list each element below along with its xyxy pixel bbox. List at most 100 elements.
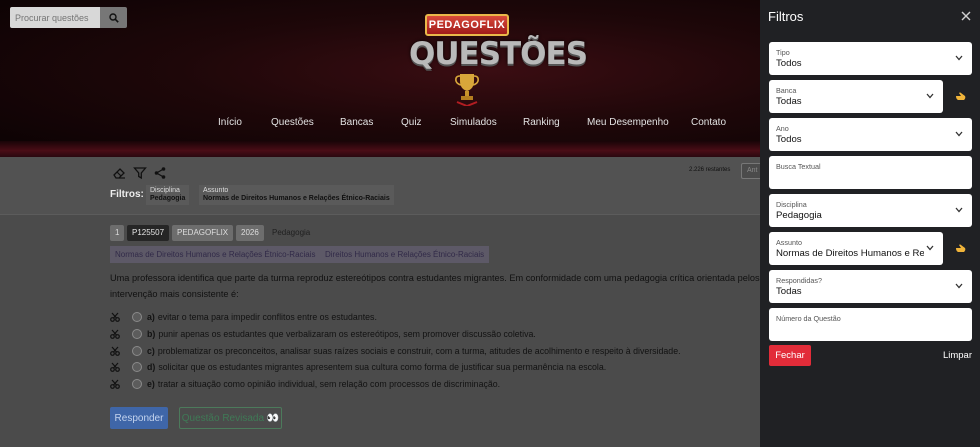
option-radio[interactable] — [132, 346, 142, 356]
pointing-hand-icon — [956, 244, 966, 252]
answer-option-c[interactable]: c) problematizar os preconceitos, analis… — [110, 344, 681, 358]
question-id-badge: P125507 — [127, 225, 170, 241]
filters-label: Filtros: — [110, 189, 144, 200]
field-label: Respondidas? — [776, 276, 822, 285]
tipo-select[interactable]: Tipo Todos — [769, 42, 972, 75]
option-text: punir apenas os estudantes que verbaliza… — [158, 329, 536, 339]
chip-value: Pedagogia — [150, 195, 186, 202]
eraser-icon[interactable] — [112, 166, 126, 180]
question-number-badge: 1 — [110, 225, 125, 241]
previous-button[interactable]: Ant — [741, 163, 760, 179]
nav-simulados[interactable]: Simulados — [450, 117, 523, 128]
reviewed-question-button[interactable]: Questão Revisada 👀 — [179, 407, 282, 429]
option-radio[interactable] — [132, 329, 142, 339]
field-value: Todos — [776, 134, 802, 145]
question-text-line: intervenção mais consistente é: — [110, 289, 239, 299]
close-button[interactable]: Fechar — [769, 345, 811, 366]
field-value: Todos — [776, 58, 802, 69]
field-value: Pedagogia — [776, 210, 822, 221]
field-label: Disciplina — [776, 200, 807, 209]
filter-chip-disciplina: Disciplina Pedagogia — [146, 185, 190, 205]
nav-bancas[interactable]: Bancas — [340, 117, 401, 128]
close-icon[interactable] — [959, 9, 973, 23]
search-box — [10, 7, 127, 28]
option-text: evitar o tema para impedir conflitos ent… — [157, 312, 377, 322]
chip-key: Disciplina — [150, 187, 180, 194]
question-source-badge: PEDAGOFLIX — [172, 225, 234, 241]
numero-questao-input[interactable]: Número da Questão — [769, 308, 972, 341]
field-label: Número da Questão — [776, 314, 841, 323]
scissors-icon[interactable] — [110, 379, 120, 389]
main-content: 2.226 restantes Ant Filtros: Disciplina … — [0, 157, 760, 447]
question-discipline: Pedagogia — [272, 228, 311, 237]
filters-bar: 2.226 restantes Ant Filtros: Disciplina … — [0, 157, 760, 215]
filters-sidebar: Filtros Tipo Todos Banca Todas Ano Todos… — [760, 0, 980, 447]
chevron-down-icon — [955, 207, 963, 213]
logo-top-text: PEDAGOFLIX — [425, 14, 509, 36]
disciplina-select[interactable]: Disciplina Pedagogia — [769, 194, 972, 227]
search-button[interactable] — [100, 7, 127, 28]
question-text: Uma professora identifica que parte da t… — [110, 270, 760, 302]
field-value: Todas — [776, 286, 802, 297]
scissors-icon[interactable] — [110, 362, 120, 372]
answer-option-a[interactable]: a) evitar o tema para impedir conflitos … — [110, 310, 377, 324]
respondidas-select[interactable]: Respondidas? Todas — [769, 270, 972, 303]
search-input[interactable] — [10, 7, 100, 28]
banca-select[interactable]: Banca Todas — [769, 80, 943, 113]
field-label: Assunto — [776, 238, 802, 247]
sidebar-title: Filtros — [768, 9, 804, 24]
clear-button[interactable]: Limpar — [930, 345, 972, 366]
answer-option-d[interactable]: d) solicitar que os estudantes migrantes… — [110, 360, 606, 374]
chevron-down-icon — [926, 93, 934, 99]
option-letter: a) — [147, 312, 155, 322]
nav-quiz[interactable]: Quiz — [401, 117, 450, 128]
pointing-hand-icon — [956, 92, 966, 100]
option-text: solicitar que os estudantes migrantes ap… — [158, 362, 607, 372]
chip-key: Assunto — [203, 187, 229, 194]
answer-button[interactable]: Responder — [110, 407, 168, 429]
scissors-icon[interactable] — [110, 329, 120, 339]
option-radio[interactable] — [132, 312, 142, 322]
option-letter: e) — [147, 379, 155, 389]
answer-option-e[interactable]: e) tratar a situação como opinião indivi… — [110, 377, 500, 391]
logo-main-text: QUESTÕES — [409, 36, 588, 72]
chevron-down-icon — [955, 55, 963, 61]
scissors-icon[interactable] — [110, 312, 120, 322]
main-nav: Início Questões Bancas Quiz Simulados Ra… — [218, 117, 726, 128]
chevron-down-icon — [955, 131, 963, 137]
answer-option-b[interactable]: b) punir apenas os estudantes que verbal… — [110, 327, 536, 341]
field-value: Normas de Direitos Humanos e Relações Ét… — [776, 248, 924, 259]
nav-contato[interactable]: Contato — [691, 117, 726, 128]
field-label: Banca — [776, 86, 797, 95]
share-icon[interactable] — [153, 166, 167, 180]
ano-select[interactable]: Ano Todos — [769, 118, 972, 151]
scissors-icon[interactable] — [110, 346, 120, 356]
trophy-icon — [455, 74, 479, 106]
option-text: tratar a situação como opinião individua… — [157, 379, 501, 389]
chip-value: Normas de Direitos Humanos e Relações Ét… — [203, 195, 390, 202]
nav-ranking[interactable]: Ranking — [523, 117, 587, 128]
filter-chip-assunto: Assunto Normas de Direitos Humanos e Rel… — [199, 185, 394, 205]
option-radio[interactable] — [132, 362, 142, 372]
option-letter: c) — [147, 346, 155, 356]
site-logo[interactable]: PEDAGOFLIX QUESTÕES — [409, 12, 588, 108]
nav-questoes[interactable]: Questões — [271, 117, 340, 128]
question-text-line: Uma professora identifica que parte da t… — [110, 273, 760, 283]
assunto-select[interactable]: Assunto Normas de Direitos Humanos e Rel… — [769, 232, 943, 265]
nav-inicio[interactable]: Início — [218, 117, 271, 128]
option-radio[interactable] — [132, 379, 142, 389]
option-letter: d) — [147, 362, 156, 372]
filter-icon[interactable] — [133, 166, 147, 180]
remaining-count: 2.226 restantes — [689, 167, 731, 173]
field-label: Busca Textual — [776, 162, 821, 171]
busca-textual-input[interactable]: Busca Textual — [769, 156, 972, 189]
chevron-down-icon — [955, 283, 963, 289]
subject-tag[interactable]: Normas de Direitos Humanos e Relações Ét… — [110, 246, 321, 263]
subject-tag[interactable]: Direitos Humanos e Relações Étnico-Racia… — [320, 246, 490, 263]
option-letter: b) — [147, 329, 156, 339]
question-year-badge: 2026 — [236, 225, 264, 241]
nav-meu-desempenho[interactable]: Meu Desempenho — [587, 117, 691, 128]
field-label: Tipo — [776, 48, 790, 57]
field-value: Todas — [776, 96, 802, 107]
search-icon — [108, 12, 119, 23]
